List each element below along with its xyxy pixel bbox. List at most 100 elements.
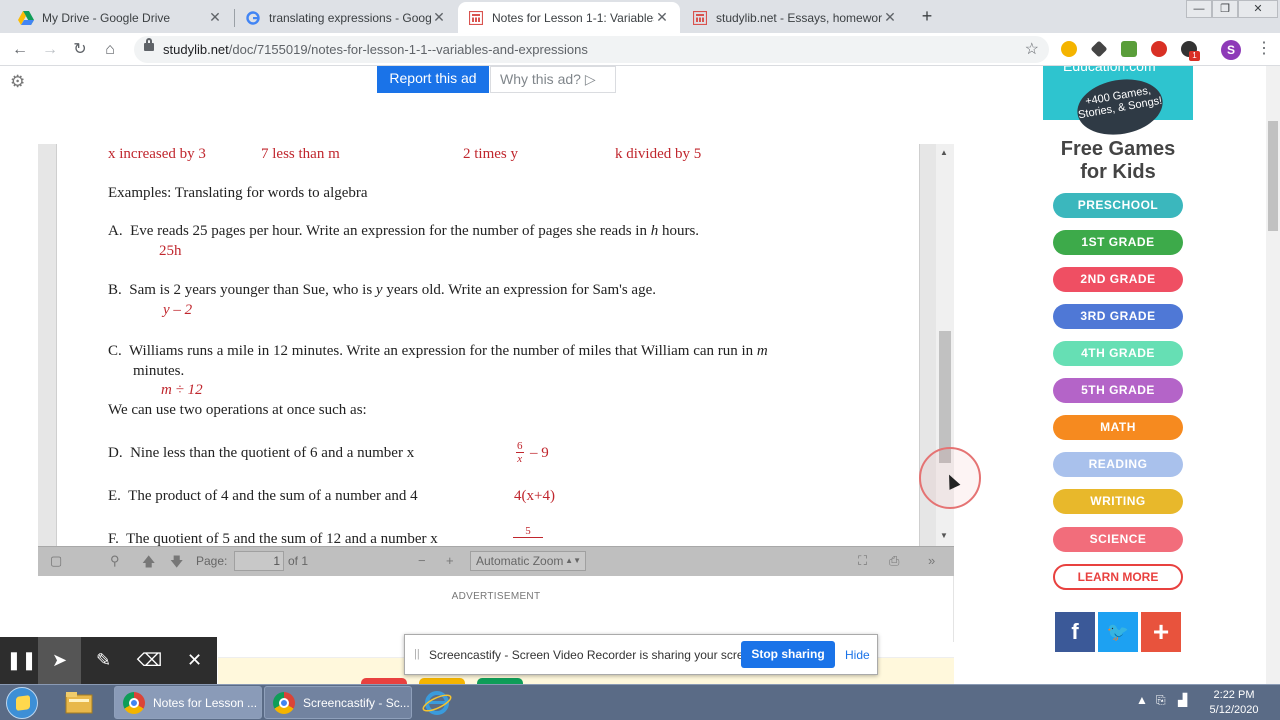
report-ad-button[interactable]: Report this ad — [377, 66, 489, 93]
page-number-input[interactable]: 1 — [234, 551, 284, 571]
address-bar[interactable]: studylib.net/doc/7155019/notes-for-lesso… — [134, 36, 1049, 63]
tab-title: translating expressions - Google — [269, 10, 431, 25]
previous-page-icon[interactable]: 🡅 — [142, 553, 155, 575]
zoom-out-icon[interactable]: − — [418, 553, 426, 568]
screencastify-extension-icon[interactable] — [1151, 41, 1167, 57]
two-operations-text: We can use two operations at once such a… — [108, 402, 367, 418]
fraction-denominator: x — [517, 453, 523, 465]
signal-icon[interactable]: ▟ — [1178, 693, 1187, 707]
page-scrollbar[interactable] — [1266, 66, 1280, 684]
grade-button[interactable]: 1ST GRADE — [1053, 230, 1183, 255]
studylib-icon — [468, 10, 484, 26]
tab-google-drive[interactable]: My Drive - Google Drive ✕ — [8, 2, 233, 33]
url-path: /doc/7155019/notes-for-lesson-1-1--varia… — [228, 42, 588, 57]
grade-button[interactable]: 4TH GRADE — [1053, 341, 1183, 366]
grade-button[interactable]: 5TH GRADE — [1053, 378, 1183, 403]
reload-button[interactable]: ↻ — [68, 38, 92, 62]
scrollbar-thumb[interactable] — [939, 331, 951, 463]
tab-studylib[interactable]: studylib.net - Essays, homework ✕ — [682, 2, 908, 33]
start-button[interactable] — [6, 687, 38, 719]
zoom-select[interactable]: Automatic Zoom ▲▼ — [470, 551, 586, 571]
close-tab-icon[interactable]: ✕ — [431, 9, 447, 26]
forward-button[interactable]: → — [38, 38, 62, 62]
pdf-page: x increased by 3 7 less than m 2 times y… — [56, 144, 920, 546]
close-window-button[interactable]: ✕ — [1238, 0, 1278, 18]
sidebar-toggle-icon[interactable]: ▢ — [50, 553, 62, 569]
learn-more-button[interactable]: LEARN MORE — [1053, 564, 1183, 590]
why-this-ad-button[interactable]: Why this ad? ▷ — [490, 66, 616, 93]
close-tab-icon[interactable]: ✕ — [654, 9, 670, 26]
bookmark-star-icon[interactable]: ☆ — [1025, 39, 1039, 59]
item-label: B. — [108, 282, 122, 298]
close-tab-icon[interactable]: ✕ — [882, 9, 898, 26]
drag-handle-icon[interactable]: || — [414, 648, 420, 660]
taskbar-item-screencastify[interactable]: Screencastify - Sc... — [264, 686, 412, 719]
windows-taskbar: Notes for Lesson ... Screencastify - Sc.… — [0, 684, 1280, 720]
grade-button[interactable]: 3RD GRADE — [1053, 304, 1183, 329]
answer-a: 25h — [159, 243, 182, 259]
ad-header: Report this ad Why this ad? ▷ — [38, 66, 954, 144]
plus-share-icon[interactable]: + — [1141, 612, 1181, 652]
grade-button[interactable]: READING — [1053, 452, 1183, 477]
scrollbar-thumb[interactable] — [1268, 121, 1278, 231]
extension-icon[interactable] — [1121, 41, 1137, 57]
search-icon[interactable]: ⚲ — [110, 553, 120, 569]
new-tab-button[interactable]: + — [916, 5, 938, 27]
tab-google-search[interactable]: translating expressions - Google ✕ — [235, 2, 457, 33]
system-clock[interactable]: 2:22 PM 5/12/2020 — [1194, 688, 1274, 718]
answer-b: y – 2 — [163, 302, 193, 318]
menu-kebab-icon[interactable]: ⋮ — [1256, 38, 1272, 58]
answer-d-fraction: 6x — [516, 440, 524, 465]
grade-button[interactable]: MATH — [1053, 415, 1183, 440]
pen-icon[interactable]: ✎ — [82, 637, 125, 684]
page-content: ⚙ Report this ad Why this ad? ▷ x increa… — [0, 66, 1280, 684]
print-icon[interactable]: ⎙ — [889, 553, 899, 569]
chrome-icon — [123, 692, 145, 714]
example-d: D. Nine less than the quotient of 6 and … — [108, 445, 414, 462]
twitter-icon[interactable]: 🐦 — [1098, 612, 1138, 652]
extension-icon[interactable] — [1061, 41, 1077, 57]
network-status-icon[interactable]: ⎘ — [1156, 693, 1166, 708]
minimize-button[interactable]: — — [1186, 0, 1212, 18]
extension-icon[interactable] — [1090, 40, 1108, 58]
education-banner[interactable]: Education.com +400 Games, Stories, & Son… — [1043, 66, 1193, 142]
grade-button[interactable]: PRESCHOOL — [1053, 193, 1183, 218]
facebook-icon[interactable]: f — [1055, 612, 1095, 652]
grade-button[interactable]: SCIENCE — [1053, 527, 1183, 552]
tab-strip: My Drive - Google Drive ✕ translating ex… — [0, 0, 1280, 33]
clock-date: 5/12/2020 — [1209, 704, 1259, 716]
back-button[interactable]: ← — [8, 38, 32, 62]
answer-e: 4(x+4) — [514, 488, 555, 504]
taskbar-item-chrome-notes[interactable]: Notes for Lesson ... — [114, 686, 262, 719]
home-button[interactable]: ⌂ — [98, 38, 122, 62]
gear-icon[interactable]: ⚙ — [10, 72, 25, 92]
grade-button[interactable]: WRITING — [1053, 489, 1183, 514]
close-icon[interactable]: ✕ — [173, 637, 216, 684]
eraser-icon[interactable]: ⌫ — [128, 637, 171, 684]
maximize-button[interactable]: ❐ — [1212, 0, 1238, 18]
internet-explorer-icon[interactable] — [420, 686, 462, 720]
cursor-tool-icon[interactable]: ➤ — [38, 637, 81, 684]
url-text[interactable]: studylib.net/doc/7155019/notes-for-lesso… — [163, 42, 588, 57]
more-tools-icon[interactable]: » — [928, 553, 935, 568]
next-page-icon[interactable]: 🡇 — [170, 553, 183, 575]
answer-c: m ÷ 12 — [161, 382, 203, 398]
hide-button[interactable]: Hide — [845, 648, 870, 662]
file-explorer-icon[interactable] — [62, 686, 104, 720]
tab-notes-lesson[interactable]: Notes for Lesson 1-1: Variables a ✕ — [458, 2, 680, 33]
pause-icon[interactable]: ❚❚ — [0, 637, 43, 684]
profile-avatar[interactable]: S — [1221, 40, 1241, 60]
side-ad[interactable]: Education.com +400 Games, Stories, & Son… — [970, 66, 1266, 684]
zoom-in-icon[interactable]: + — [446, 553, 454, 568]
close-tab-icon[interactable]: ✕ — [207, 9, 223, 26]
scroll-down-arrow-icon[interactable]: ▼ — [940, 531, 948, 540]
fullscreen-icon[interactable]: ⛶ — [858, 553, 867, 569]
stop-sharing-button[interactable]: Stop sharing — [741, 641, 835, 668]
brand-logo: Education.com — [1063, 66, 1156, 74]
studylib-icon — [692, 10, 708, 26]
scroll-up-arrow-icon[interactable]: ▲ — [940, 148, 948, 157]
show-hidden-icons-icon[interactable]: ▲ — [1136, 693, 1148, 707]
item-text: Sam is 2 years younger than Sue, who is — [129, 282, 376, 298]
page-total: of 1 — [288, 554, 309, 568]
grade-button[interactable]: 2ND GRADE — [1053, 267, 1183, 292]
